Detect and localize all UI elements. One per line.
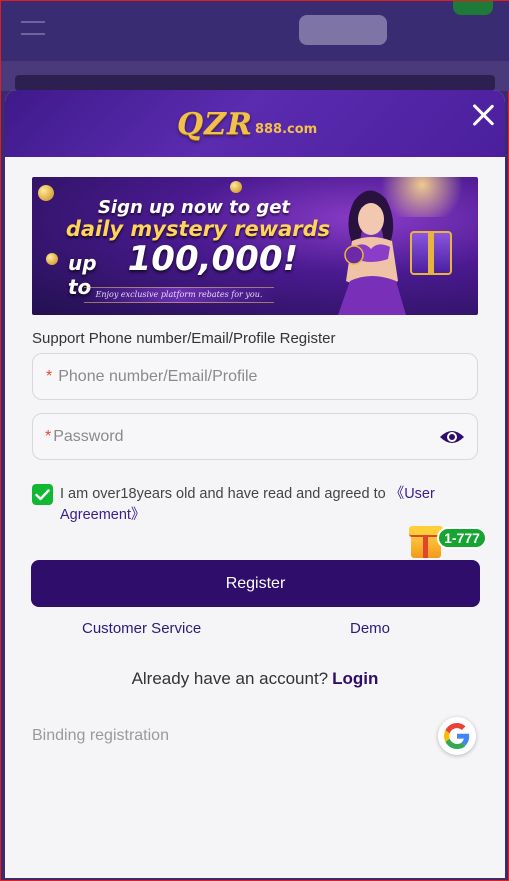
coin-icon — [38, 185, 54, 201]
login-link[interactable]: Login — [332, 669, 378, 688]
close-icon[interactable] — [471, 102, 495, 126]
coin-icon — [46, 253, 58, 265]
password-field[interactable]: * — [32, 413, 478, 460]
menu-icon — [21, 21, 45, 35]
required-mark: * — [45, 427, 52, 445]
bonus-badge[interactable]: 1-777 — [409, 526, 487, 560]
register-button[interactable]: Register — [31, 560, 480, 607]
promo-character-image — [338, 190, 406, 315]
customer-service-link[interactable]: Customer Service — [82, 620, 201, 637]
password-input[interactable] — [53, 427, 439, 446]
promo-line-2: daily mystery rewards — [65, 217, 331, 241]
login-prompt: Already have an account? — [131, 669, 329, 688]
check-icon — [35, 488, 50, 500]
promo-banner[interactable]: Sign up now to get daily mystery rewards… — [32, 177, 478, 315]
promo-line-1: Sign up now to get — [97, 197, 291, 218]
phone-field[interactable]: * — [32, 353, 478, 400]
support-label: Support Phone number/Email/Profile Regis… — [32, 330, 336, 347]
background-strip — [1, 61, 509, 91]
background-button — [299, 15, 387, 45]
eye-icon[interactable] — [439, 427, 465, 447]
logo-sub-text: 888.com — [254, 121, 318, 137]
required-mark: * — [46, 367, 53, 385]
google-login-button[interactable] — [438, 717, 476, 755]
bonus-badge-label: 1-777 — [437, 527, 487, 549]
binding-registration-label: Binding registration — [32, 727, 169, 744]
logo-main-text: QZR — [177, 106, 253, 142]
demo-link[interactable]: Demo — [350, 620, 390, 637]
agreement-label: I am over18years old and have read and a… — [60, 486, 390, 502]
brand-logo: QZR 888.com — [177, 104, 317, 144]
background-badge — [453, 1, 493, 15]
register-modal: QZR 888.com Sign up now to get daily mys… — [5, 90, 505, 878]
background-banner — [15, 75, 495, 91]
promo-amount: 100,000! — [127, 239, 298, 279]
agreement-checkbox[interactable] — [32, 484, 53, 505]
gift-icon — [410, 231, 452, 275]
promo-line-4: Enjoy exclusive platform rebates for you… — [84, 287, 274, 303]
background-header — [1, 1, 509, 61]
agreement-text: I am over18years old and have read and a… — [60, 484, 472, 526]
agreement-row: I am over18years old and have read and a… — [32, 484, 472, 526]
modal-header: QZR 888.com — [5, 90, 505, 157]
coin-icon — [230, 181, 242, 193]
phone-input[interactable] — [58, 367, 477, 386]
google-icon — [444, 723, 470, 749]
login-row: Already have an account? Login — [5, 669, 505, 689]
